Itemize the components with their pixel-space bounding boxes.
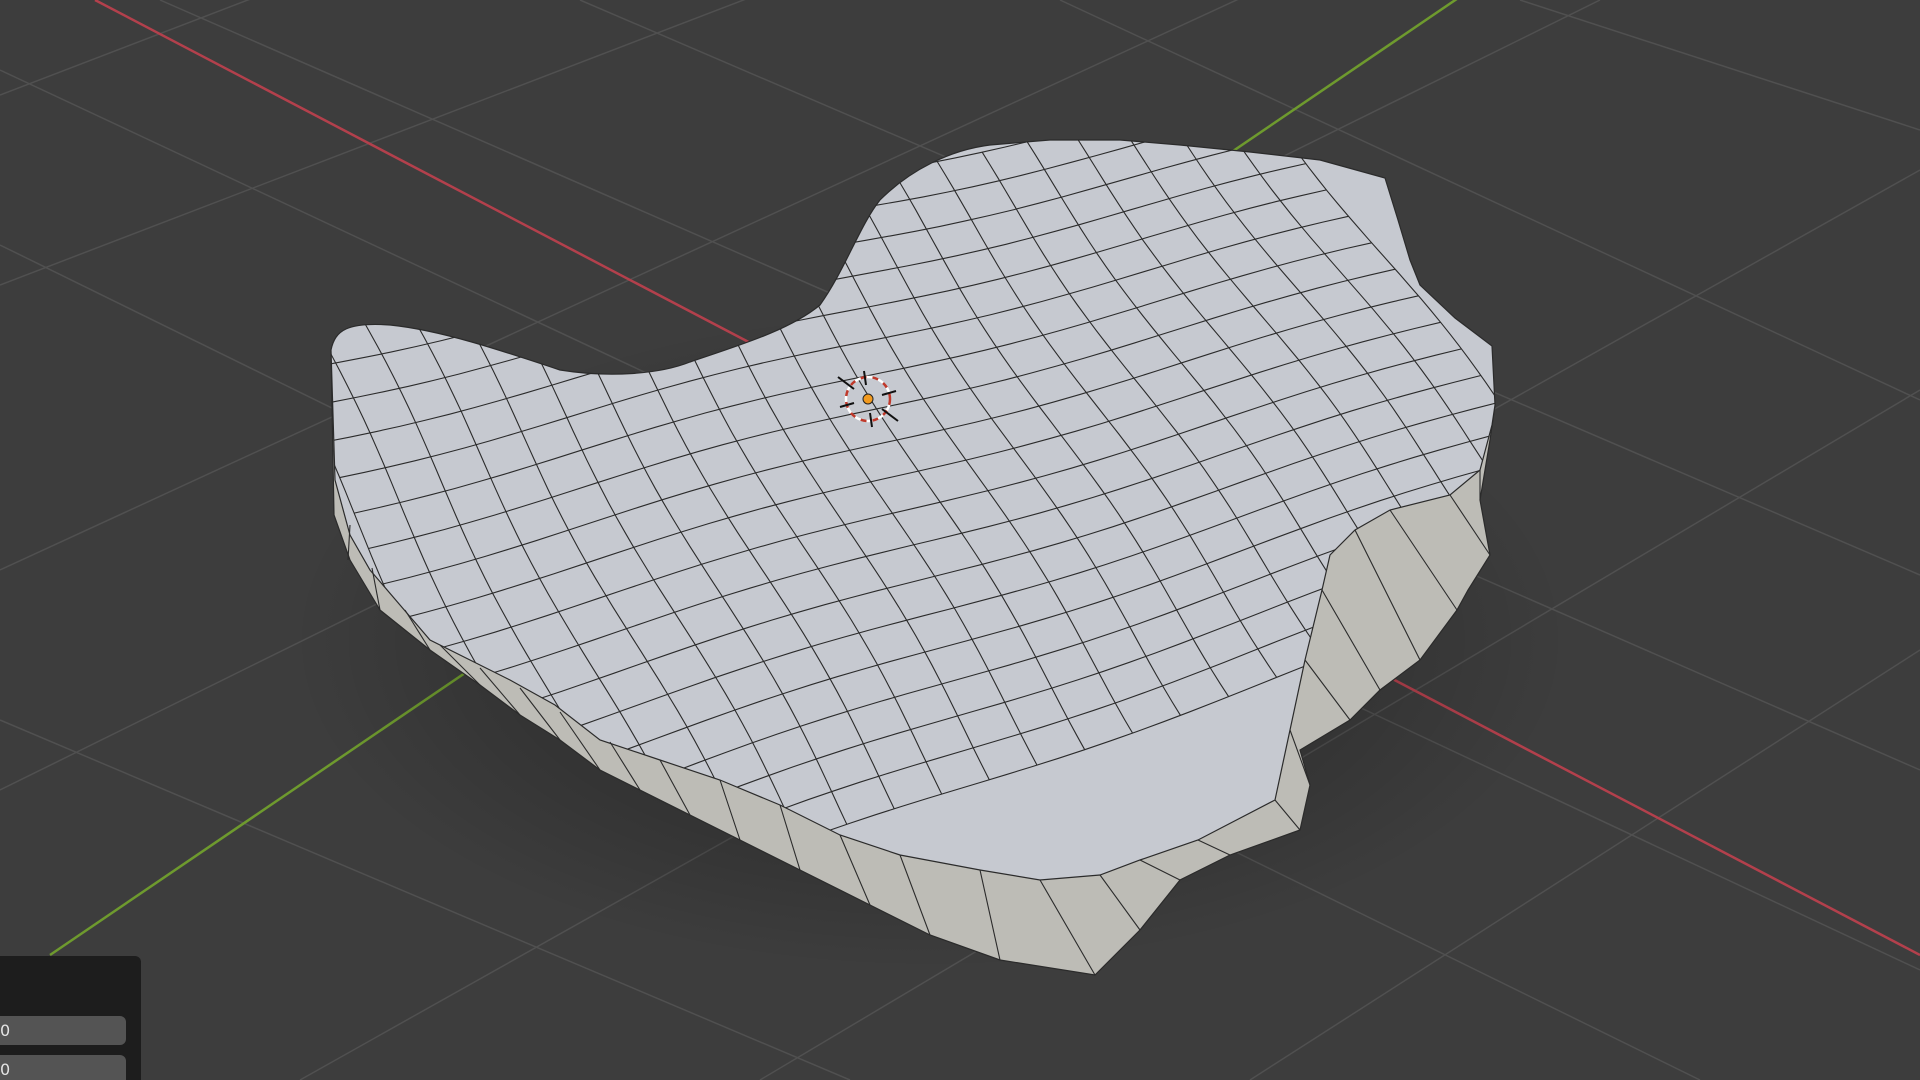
object-origin-icon <box>862 393 874 405</box>
3d-viewport[interactable] <box>0 0 1920 1080</box>
operator-field-2[interactable]: 0 <box>0 1055 126 1080</box>
operator-field-1[interactable]: 0 <box>0 1016 126 1045</box>
